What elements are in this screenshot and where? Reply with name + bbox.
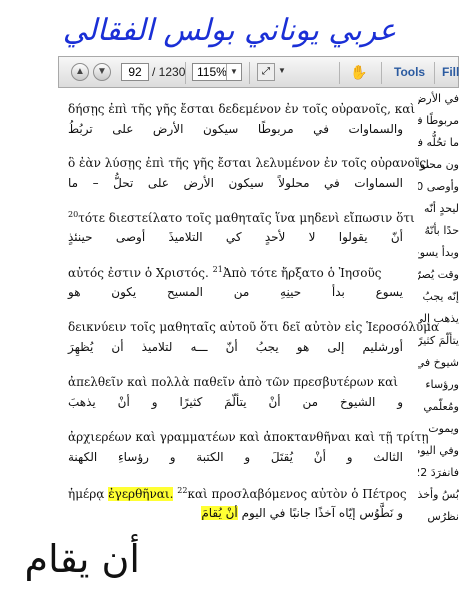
next-page-button[interactable]: ▼ xyxy=(93,63,111,81)
right-column-line: مربوطًا في xyxy=(418,114,459,127)
arabic-line: والسماوات في مربوطًا سيكون الأرض على ترب… xyxy=(68,122,403,136)
chevron-down-icon[interactable]: ▼ xyxy=(226,64,241,80)
right-column-line: إنّه يجبُ xyxy=(422,290,459,303)
greek-line: 20τότε διεστείλατο τοῖς μαθηταῖς ἵνα μηδ… xyxy=(68,210,415,225)
page-total: / 1230 xyxy=(152,65,186,79)
zoom-select[interactable]: 115% ▼ xyxy=(192,63,242,81)
arabic-line: أورشليم إلى هو يجبُ أنّ ـــه لتلاميذ أن … xyxy=(68,340,403,354)
fit-page-button[interactable]: ⤢ xyxy=(257,63,275,81)
greek-line: ὃ ἐὰν λύσῃς ἐπὶ τῆς γῆς ἔσται λελυμένον … xyxy=(68,156,430,170)
right-column-line: ومُعلّمي xyxy=(423,400,459,413)
right-column-line: وقت يُصرّحُ xyxy=(418,268,459,281)
greek-line: αὐτός ἐστιν ὁ Χριστός. 21Ἀπὸ τότε ἤρξατο… xyxy=(68,265,408,280)
arabic-line: السماوات في محلولاً سيكون الأرض على تحلُ… xyxy=(68,176,403,190)
fill-sign-button[interactable]: Fill xyxy=(442,65,459,79)
right-column-line: شيوخ في xyxy=(418,356,459,369)
arabic-line: و الشيوخ من أنْ يتألّمَ كثيرًا و أنْ يذه… xyxy=(68,395,403,409)
arabic-line: الثالث و أنْ يُقتَلَ و الكتبة و رؤساءِ ا… xyxy=(68,450,403,464)
toolbar-divider xyxy=(185,62,186,84)
right-column-line: ليحدٍ أنّه xyxy=(423,202,459,215)
arrow-down-icon: ▼ xyxy=(97,66,107,77)
greek-line: ἀπελθεῖν καὶ πολλὰ παθεῖν ἀπὸ τῶν πρεσβυ… xyxy=(68,375,398,389)
arrow-up-icon: ▲ xyxy=(75,66,85,77)
greek-line: ἡμέρᾳ ἐγερθῆναι. 22καὶ προσλαβόμενος αὐτ… xyxy=(68,486,408,501)
right-column-text: في الأرض مربوطًا في ما تحُلُّه في ون محل… xyxy=(418,88,459,528)
arabic-line: يسوع بدأ حينِهِ من المسيح يكون هو xyxy=(68,285,403,299)
page-number-input[interactable]: 92 xyxy=(121,63,149,81)
right-column-line: حدًا بأنّهُ xyxy=(424,224,459,237)
right-column-line: ويموت xyxy=(428,422,459,435)
highlighted-text: ἐγερθῆναι. xyxy=(108,487,174,501)
right-column-line: نظرُس xyxy=(427,510,459,523)
chevron-down-icon[interactable]: ▼ xyxy=(278,66,286,75)
pdf-page: δήσῃς ἐπὶ τῆς γῆς ἔσται δεδεμένον ἐν τοῖ… xyxy=(58,88,459,530)
right-column-line: وبدأ يسوعُ xyxy=(418,246,459,259)
greek-text: αὐτός ἐστιν ὁ Χριστός. xyxy=(68,266,209,280)
right-column-line: فانفرَدَ 22 xyxy=(418,466,459,479)
arabic-line: و نَطَّوُس إيّاه آخذًا جانبًا في اليوم أ… xyxy=(68,506,403,520)
handwritten-note: أن يقام xyxy=(24,537,140,581)
verse-number: 22 xyxy=(177,486,188,495)
right-column-line: في الأرض xyxy=(418,92,459,105)
verse-number: 20 xyxy=(68,210,79,219)
greek-text: καὶ προσλαβόμενος αὐτὸν ὁ Πέτρος xyxy=(187,487,407,501)
greek-text: Ἀπὸ τότε ἤρξατο ὁ Ἰησοῦς xyxy=(222,266,382,280)
greek-line: δεικνύειν τοῖς μαθηταῖς αὐτοῦ ὅτι δεῖ αὐ… xyxy=(68,320,440,334)
verse-number: 21 xyxy=(212,265,223,274)
previous-page-button[interactable]: ▲ xyxy=(71,63,89,81)
highlighted-text: أنْ يُقامَ xyxy=(201,506,238,520)
handwritten-title: عربي يوناني بولس الفقالي xyxy=(62,13,397,48)
arabic-text: و نَطَّوُس إيّاه آخذًا جانبًا في اليوم xyxy=(241,506,403,520)
right-column-line: وأوصى 20 xyxy=(418,180,459,193)
pdf-toolbar: ▲ ▼ 92 / 1230 115% ▼ ⤢ ▼ ✋ Tools Fill xyxy=(58,56,459,88)
tools-button[interactable]: Tools xyxy=(394,65,425,79)
expand-icon: ⤢ xyxy=(262,66,270,77)
right-column-line: يذهب إلى xyxy=(418,312,459,325)
greek-text: ἡμέρᾳ xyxy=(68,487,105,501)
zoom-value: 115% xyxy=(197,65,227,79)
right-column-line: ون محلولاً xyxy=(418,158,459,171)
right-column-line: يتألّمَ كثيرًا xyxy=(418,334,459,347)
toolbar-divider xyxy=(249,62,250,84)
right-column-line: ورؤساء xyxy=(425,378,459,391)
greek-text: τότε διεστείλατο τοῖς μαθηταῖς ἵνα μηδεν… xyxy=(78,211,415,225)
right-column-line: ما تحُلُّه في xyxy=(418,136,459,149)
right-column-line: وفي اليوم xyxy=(418,444,459,457)
toolbar-divider xyxy=(381,62,382,84)
greek-line: δήσῃς ἐπὶ τῆς γῆς ἔσται δεδεμένον ἐν τοῖ… xyxy=(68,102,416,116)
arabic-line: أنّ يقولوا لا لأحدٍ كي التلاميذَ أوصى حي… xyxy=(68,230,403,244)
right-column-line: بُسُ وأخذ xyxy=(418,488,459,501)
toolbar-divider xyxy=(434,62,435,84)
toolbar-divider xyxy=(339,62,340,84)
hand-tool-icon[interactable]: ✋ xyxy=(350,63,368,81)
greek-line: ἀρχιερέων καὶ γραμματέων καὶ ἀποκτανθῆνα… xyxy=(68,430,429,444)
